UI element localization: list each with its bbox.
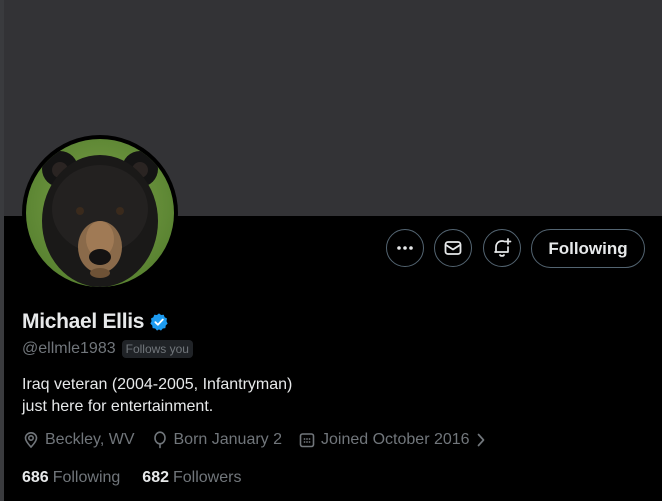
profile-name-row: Michael Ellis (22, 310, 169, 334)
birthday-item: Born January 2 (151, 431, 283, 449)
notifications-button[interactable] (483, 229, 521, 267)
following-label: Following (52, 469, 121, 486)
following-stat[interactable]: 686 Following (22, 469, 120, 487)
verified-badge-icon[interactable] (149, 312, 169, 332)
birthday-text: Born January 2 (173, 431, 283, 448)
follows-you-badge: Follows you (121, 340, 193, 358)
message-button[interactable] (434, 229, 472, 267)
balloon-icon (153, 431, 166, 449)
profile-bio: Iraq veteran (2004-2005, Infantryman) ju… (22, 374, 292, 418)
mail-icon (444, 241, 462, 255)
profile-handle: @ellmle1983 (22, 340, 116, 357)
followers-count: 682 (142, 469, 169, 486)
location-pin-icon (24, 431, 38, 449)
bio-line: just here for entertainment. (22, 398, 214, 415)
location-text: Beckley, WV (45, 431, 135, 448)
profile-name: Michael Ellis (22, 310, 145, 333)
followers-label: Followers (173, 469, 242, 486)
following-button[interactable]: Following (531, 229, 645, 268)
avatar-image (26, 139, 174, 287)
more-dots-icon (397, 246, 413, 250)
following-count: 686 (22, 469, 49, 486)
more-options-button[interactable] (386, 229, 424, 267)
bell-plus-icon (494, 238, 512, 257)
handle-row: @ellmle1983 Follows you (22, 340, 193, 358)
calendar-icon (299, 433, 315, 448)
bio-line: Iraq veteran (2004-2005, Infantryman) (22, 376, 293, 393)
joined-text: Joined October 2016 (321, 431, 470, 448)
chevron-right-icon[interactable] (475, 431, 487, 449)
follow-stats: 686 Following 682 Followers (22, 469, 263, 487)
joined-item[interactable]: Joined October 2016 (298, 431, 487, 449)
followers-stat[interactable]: 682 Followers (142, 469, 241, 487)
avatar[interactable] (22, 135, 178, 291)
location-item: Beckley, WV (22, 431, 135, 449)
profile-meta: Beckley, WV Born January 2 Joined Octobe… (22, 431, 503, 449)
